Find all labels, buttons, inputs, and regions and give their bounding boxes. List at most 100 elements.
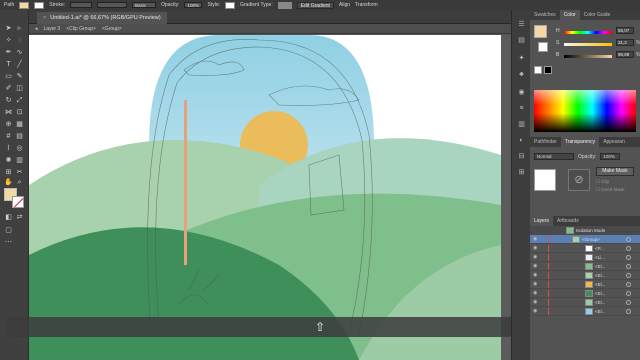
target-circle-icon[interactable]	[626, 264, 631, 269]
curvature-tool-icon[interactable]: ∿	[15, 48, 24, 57]
fill-color-swatch[interactable]	[534, 25, 547, 38]
type-tool-icon[interactable]: T	[4, 60, 13, 69]
visibility-eye-icon[interactable]: ◉	[533, 298, 537, 307]
target-circle-icon[interactable]	[626, 282, 631, 287]
hue-field[interactable]: 55,07	[616, 27, 634, 34]
layer-row[interactable]: ◉ <El...	[530, 289, 640, 298]
pen-tool-icon[interactable]: ✒	[4, 48, 13, 57]
fill-swatch[interactable]	[19, 1, 30, 9]
blend-tool-icon[interactable]: ◎	[15, 144, 24, 153]
white-swatch[interactable]	[534, 66, 542, 74]
saturation-field[interactable]: 31,2	[616, 39, 634, 46]
close-tab-icon[interactable]: ×	[43, 12, 46, 24]
shaper-tool-icon[interactable]: ✐	[4, 84, 13, 93]
scale-tool-icon[interactable]: ⤢	[15, 96, 24, 105]
black-swatch[interactable]	[544, 66, 552, 74]
graphic-styles-icon[interactable]: ◉	[517, 88, 526, 97]
brightness-slider[interactable]	[564, 55, 612, 58]
stroke-swatch[interactable]	[34, 1, 45, 9]
hand-tool-icon[interactable]: ✋	[4, 178, 13, 187]
color-spectrum[interactable]	[534, 90, 636, 132]
visibility-eye-icon[interactable]: ◉	[533, 307, 537, 316]
tab-layers[interactable]: Layers	[530, 216, 554, 226]
tab-appearance[interactable]: Appearan	[599, 137, 629, 147]
transform-link[interactable]: Transform	[355, 2, 378, 8]
libraries-icon[interactable]: ▤	[517, 36, 526, 45]
column-graph-tool-icon[interactable]: ▥	[15, 156, 24, 165]
target-circle-icon[interactable]	[626, 237, 631, 242]
align-panel-icon[interactable]: ⊟	[517, 152, 526, 161]
eyedropper-tool-icon[interactable]: ⌇	[4, 144, 13, 153]
gradient-panel-icon[interactable]: ▥	[517, 120, 526, 129]
target-circle-icon[interactable]	[626, 300, 631, 305]
target-circle-icon[interactable]	[626, 309, 631, 314]
visibility-eye-icon[interactable]: ◉	[533, 271, 537, 280]
visibility-eye-icon[interactable]: ◉	[533, 280, 537, 289]
align-link[interactable]: Align	[339, 2, 350, 8]
artboard-tool-icon[interactable]: ⊞	[4, 168, 13, 177]
stroke-panel-icon[interactable]: ≡	[517, 104, 526, 113]
artboard-canvas[interactable]	[29, 35, 511, 360]
layer-row[interactable]: ◉ <El...	[530, 271, 640, 280]
document-tab[interactable]: × Untitled-1.ai* @ 66,67% (RGB/GPU Previ…	[37, 12, 167, 24]
paintbrush-tool-icon[interactable]: ✎	[15, 72, 24, 81]
draw-mode-icon[interactable]: ◧	[4, 213, 13, 222]
target-circle-icon[interactable]	[626, 246, 631, 251]
properties-icon[interactable]: ☰	[517, 20, 526, 29]
mesh-tool-icon[interactable]: #	[4, 132, 13, 141]
brightness-field[interactable]: 95,69	[616, 51, 634, 58]
invert-mask-checkbox[interactable]: ☐ Invert Mask	[596, 187, 625, 193]
target-circle-icon[interactable]	[626, 273, 631, 278]
lasso-tool-icon[interactable]: ◌	[15, 36, 24, 45]
stroke-weight-dropdown[interactable]	[70, 2, 93, 8]
breadcrumb-item[interactable]: <Group>	[102, 24, 122, 33]
target-circle-icon[interactable]	[626, 291, 631, 296]
visibility-eye-icon[interactable]: ◉	[533, 235, 537, 244]
style-preset-dropdown[interactable]: Basic	[132, 2, 157, 8]
make-mask-button[interactable]: Make Mask	[596, 167, 634, 176]
appearance-panel-icon[interactable]: ◐	[517, 136, 526, 145]
opacity-field[interactable]: 100%	[600, 153, 621, 160]
slice-tool-icon[interactable]: ✂	[15, 168, 24, 177]
tab-swatches[interactable]: Swatches	[530, 10, 560, 20]
brushes-icon[interactable]: ✦	[517, 54, 526, 63]
tab-color[interactable]: Color	[559, 10, 580, 20]
brush-dropdown[interactable]	[97, 2, 128, 8]
eraser-tool-icon[interactable]: ◫	[15, 84, 24, 93]
tab-color-guide[interactable]: Color Guide	[580, 10, 615, 20]
gradient-type-buttons[interactable]	[277, 1, 292, 9]
opacity-field[interactable]: 100%	[184, 2, 203, 8]
edit-toolbar-icon[interactable]: ⋯	[4, 238, 13, 247]
rectangle-tool-icon[interactable]: ▭	[4, 72, 13, 81]
width-tool-icon[interactable]: ⋈	[4, 108, 13, 117]
screen-mode-icon[interactable]: ▢	[4, 226, 13, 235]
layer-row[interactable]: ◉ <El...	[530, 298, 640, 307]
gradient-tool-icon[interactable]: ▤	[15, 132, 24, 141]
shape-builder-tool-icon[interactable]: ⊕	[4, 120, 13, 129]
layer-row[interactable]: ◉ <El...	[530, 280, 640, 289]
free-transform-tool-icon[interactable]: ⊡	[15, 108, 24, 117]
magic-wand-tool-icon[interactable]: ✧	[4, 36, 13, 45]
layer-row-isolation[interactable]: Isolation Mode	[530, 226, 640, 235]
swap-colors-icon[interactable]: ⇄	[15, 213, 24, 222]
stroke-color-swatch[interactable]	[538, 42, 548, 52]
symbol-sprayer-tool-icon[interactable]: ✺	[4, 156, 13, 165]
tab-pathfinder[interactable]: Pathfinder	[530, 137, 561, 147]
breadcrumb-item[interactable]: Layer 3	[44, 24, 61, 33]
visibility-eye-icon[interactable]: ◉	[533, 289, 537, 298]
visibility-eye-icon[interactable]: ◉	[533, 262, 537, 271]
mask-thumbnail[interactable]: ⊘	[568, 169, 590, 191]
symbols-icon[interactable]: ♣	[517, 70, 526, 79]
selection-tool-icon[interactable]: ➤	[4, 24, 13, 33]
rotate-tool-icon[interactable]: ↻	[4, 96, 13, 105]
visibility-eye-icon[interactable]: ◉	[533, 253, 537, 262]
hue-slider[interactable]	[564, 31, 612, 34]
direct-selection-tool-icon[interactable]: ▹	[15, 24, 24, 33]
layer-row[interactable]: ◉ <El...	[530, 307, 640, 316]
stroke-color-swatch[interactable]	[12, 196, 24, 208]
line-tool-icon[interactable]: ╱	[15, 60, 24, 69]
tab-transparency[interactable]: Transparency	[560, 137, 600, 147]
layer-row[interactable]: ◉ <El...	[530, 262, 640, 271]
layer-row-selected-group[interactable]: ◉ <Group>	[530, 235, 640, 244]
target-circle-icon[interactable]	[626, 255, 631, 260]
